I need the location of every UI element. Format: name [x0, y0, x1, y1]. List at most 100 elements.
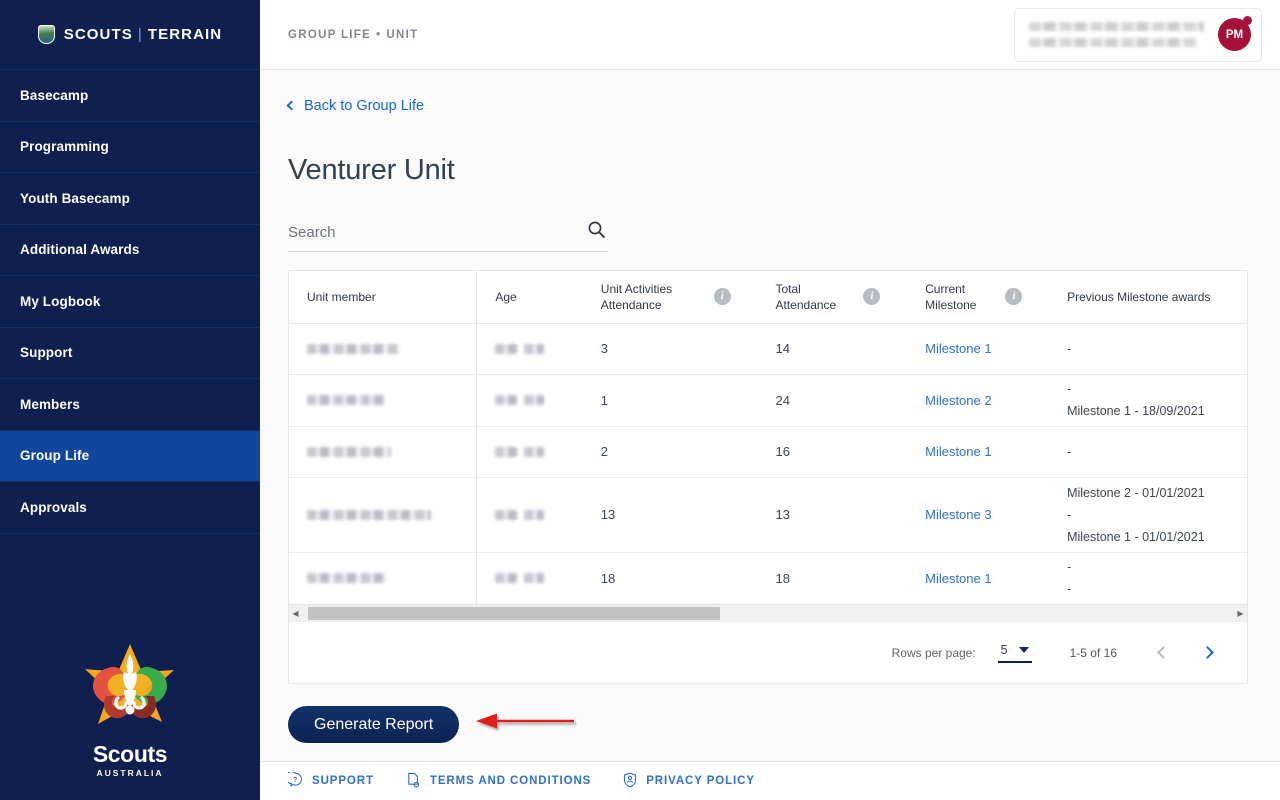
previous-award-line: Milestone 2 - 01/01/2021 — [1067, 485, 1205, 500]
footer-link-label: TERMS AND CONDITIONS — [429, 775, 592, 787]
age-redacted — [495, 446, 518, 457]
generate-report-button[interactable]: Generate Report — [288, 706, 460, 743]
brand-name: SCOUTS — [63, 26, 133, 43]
sidebar-item-basecamp[interactable]: Basecamp — [0, 70, 260, 122]
table-header: Unit member Age Unit Activities Attendan… — [289, 271, 1247, 324]
next-page-button[interactable] — [1185, 644, 1229, 662]
scouts-logo-word: Scouts — [92, 741, 168, 767]
sidebar-item-label: My Logbook — [20, 293, 101, 309]
column-header-total-attendance[interactable]: Total Attendance — [757, 271, 864, 324]
avatar[interactable]: PM — [1218, 16, 1252, 51]
spacer-cell — [713, 323, 758, 375]
column-header-unit-activities-attendance[interactable]: Unit Activities Attendance — [582, 271, 714, 324]
cell-current-milestone: Milestone 2 — [907, 374, 1006, 427]
cell-age — [476, 477, 583, 553]
search-field[interactable] — [288, 220, 608, 252]
column-header-unit-member[interactable]: Unit member — [289, 271, 478, 324]
spacer-cell — [863, 374, 908, 427]
info-icon-cell-unit-activities: i — [713, 271, 758, 324]
sidebar-item-programming[interactable]: Programming — [0, 122, 260, 173]
cell-age — [476, 426, 583, 478]
sidebar-item-group-life[interactable]: Group Life — [0, 430, 260, 482]
sidebar-item-label: Basecamp — [20, 87, 89, 103]
cell-unit-member — [289, 426, 478, 478]
info-icon[interactable]: i — [713, 288, 731, 306]
cell-total-attendance: 13 — [757, 477, 864, 553]
brand-text: SCOUTS | TERRAIN — [64, 26, 222, 43]
search-input[interactable] — [288, 223, 587, 241]
milestone-link[interactable]: Milestone 1 — [925, 341, 991, 356]
sidebar: SCOUTS | TERRAIN Basecamp Programming Yout… — [0, 0, 260, 800]
sidebar-item-my-logbook[interactable]: My Logbook — [0, 276, 260, 328]
cell-age — [477, 552, 583, 604]
cell-unit-member — [289, 552, 478, 604]
column-header-current-milestone[interactable]: Current Milestone — [907, 271, 1006, 324]
info-icon[interactable]: i — [863, 288, 881, 306]
member-name-redacted — [307, 573, 387, 584]
user-profile-box[interactable]: PM — [1014, 7, 1262, 62]
pagination-range: 1-5 of 16 — [1069, 645, 1117, 660]
breadcrumb-parent[interactable]: GROUP LIFE — [288, 29, 371, 41]
cell-previous-milestone-awards: - Milestone 1 - 18/09/2021 — [1049, 374, 1247, 427]
scrollbar-thumb[interactable] — [308, 607, 720, 620]
cell-unit-member — [289, 323, 478, 375]
cell-current-milestone: Milestone 1 — [907, 426, 1006, 478]
footer-link-terms-and-conditions[interactable]: TERMS AND CONDITIONS — [406, 772, 591, 791]
breadcrumb: GROUP LIFE • UNIT — [288, 29, 418, 41]
cell-total-attendance: 18 — [775, 570, 790, 586]
table-row[interactable]: 13 13 Milestone 3 Milestone 2 - 01/01/20… — [289, 477, 1247, 553]
sidebar-item-label: Additional Awards — [20, 242, 140, 258]
table-body: 3 14 Milestone 1 - 0% — [289, 323, 1247, 604]
footer-link-support[interactable]: ? SUPPORT — [285, 771, 374, 790]
cell-current-milestone: Milestone 1 — [907, 323, 1006, 375]
footer-link-privacy-policy[interactable]: PRIVACY POLICY — [623, 772, 755, 791]
cell-previous-milestone-awards: Milestone 2 - 01/01/2021 - Milestone 1 -… — [1049, 477, 1247, 553]
generate-report-row: Generate Report — [288, 706, 1280, 743]
table-row[interactable]: 2 16 Milestone 1 - 0% — [289, 426, 1247, 478]
scrollbar-track[interactable] — [302, 607, 1234, 620]
scroll-right-arrow-icon[interactable]: ▶ — [1234, 609, 1247, 618]
chevron-down-icon — [1018, 646, 1029, 653]
milestone-link[interactable]: Milestone 1 — [925, 571, 991, 586]
sidebar-item-additional-awards[interactable]: Additional Awards — [0, 225, 260, 276]
back-link-label: Back to Group Life — [304, 98, 425, 114]
scroll-left-arrow-icon[interactable]: ◀ — [289, 609, 302, 618]
previous-award-line: - — [1067, 444, 1072, 459]
previous-page-button[interactable] — [1141, 644, 1185, 662]
cell-unit-activities-attendance: 2 — [582, 426, 714, 478]
cell-total-attendance: 14 — [757, 323, 864, 375]
spacer-cell — [863, 477, 908, 553]
spacer-cell — [1005, 426, 1050, 478]
sidebar-item-youth-basecamp[interactable]: Youth Basecamp — [0, 173, 260, 225]
sidebar-item-label: Group Life — [20, 448, 90, 464]
table-row[interactable]: 18 18 Milestone 1 - - — [289, 552, 1247, 604]
chevron-left-icon — [286, 100, 297, 111]
rows-per-page-select[interactable]: 5 — [997, 643, 1032, 663]
rows-per-page-label: Rows per page: — [891, 645, 976, 660]
sidebar-item-support[interactable]: Support — [0, 328, 260, 379]
age-unit-redacted — [524, 343, 545, 354]
info-icon[interactable]: i — [1005, 288, 1023, 306]
age-unit-redacted — [524, 446, 545, 457]
cell-unit-member — [289, 477, 478, 553]
horizontal-scrollbar[interactable]: ◀ ▶ — [289, 604, 1247, 621]
milestone-link[interactable]: Milestone 1 — [925, 444, 991, 459]
milestone-link[interactable]: Milestone 3 — [925, 507, 991, 522]
document-icon — [406, 772, 421, 791]
cell-current-milestone: Milestone 1 — [907, 552, 1005, 604]
column-header-previous-milestone-awards[interactable]: Previous Milestone awards — [1049, 271, 1247, 324]
cell-age — [476, 374, 583, 427]
table-row[interactable]: 3 14 Milestone 1 - 0% — [289, 323, 1247, 375]
search-icon[interactable] — [587, 220, 606, 244]
table-row[interactable]: 1 24 Milestone 2 - Milestone 1 - 18/09/2… — [289, 374, 1247, 427]
column-header-age[interactable]: Age — [476, 271, 583, 324]
info-icon-cell-total-attendance: i — [863, 271, 908, 324]
back-to-group-life-link[interactable]: Back to Group Life — [260, 70, 1280, 114]
milestone-link[interactable]: Milestone 2 — [925, 393, 991, 408]
cell-unit-activities-attendance: 18 — [600, 570, 616, 586]
cell-unit-member — [289, 374, 478, 427]
sidebar-item-members[interactable]: Members — [0, 379, 260, 431]
brand-logo[interactable]: SCOUTS | TERRAIN — [0, 0, 260, 70]
sidebar-item-approvals[interactable]: Approvals — [0, 482, 260, 534]
table-pagination: Rows per page: 5 1-5 of 16 — [289, 621, 1247, 683]
